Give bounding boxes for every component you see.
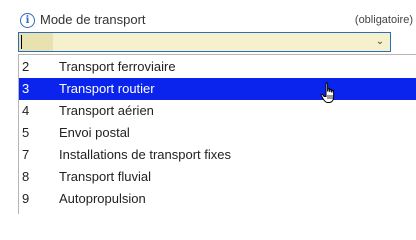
option-code: 4	[22, 103, 30, 118]
option-code: 7	[22, 147, 30, 162]
option-label: Envoi postal	[59, 125, 130, 140]
option-code: 8	[22, 169, 30, 184]
info-icon[interactable]: i	[20, 13, 35, 28]
dropdown-option[interactable]: 2 Transport ferroviaire	[19, 56, 416, 78]
dropdown-option[interactable]: 5 Envoi postal	[19, 122, 416, 144]
option-label: Autopropulsion	[59, 191, 146, 206]
dropdown-option[interactable]: 9 Autopropulsion	[19, 188, 416, 210]
option-label: Transport fluvial	[59, 169, 151, 184]
option-code: 3	[22, 81, 30, 96]
select-input-area[interactable]	[19, 33, 53, 51]
chevron-down-icon[interactable]: ⌄	[374, 35, 386, 49]
text-cursor	[21, 35, 22, 49]
dropdown-option-selected[interactable]: 3 Transport routier	[19, 78, 416, 100]
required-note: (obligatoire)	[354, 14, 413, 26]
option-label: Installations de transport fixes	[59, 147, 231, 162]
dropdown-option[interactable]: 7 Installations de transport fixes	[19, 144, 416, 166]
option-label: Transport ferroviaire	[59, 59, 176, 74]
field-label: Mode de transport	[40, 12, 146, 27]
dropdown-list[interactable]: 2 Transport ferroviaire 3 Transport rout…	[18, 54, 416, 214]
option-label: Transport routier	[59, 81, 155, 96]
option-code: 2	[22, 59, 30, 74]
dropdown-option[interactable]: 4 Transport aérien	[19, 100, 416, 122]
dropdown-option[interactable]: 8 Transport fluvial	[19, 166, 416, 188]
page: i Mode de transport (obligatoire) ⌄ 2 Tr…	[0, 0, 416, 214]
option-label: Transport aérien	[59, 103, 154, 118]
option-code: 9	[22, 191, 30, 206]
transport-mode-select[interactable]: ⌄	[18, 32, 391, 52]
hand-pointer-icon	[320, 82, 335, 103]
field-header: i Mode de transport (obligatoire)	[20, 12, 416, 30]
option-code: 5	[22, 125, 30, 140]
